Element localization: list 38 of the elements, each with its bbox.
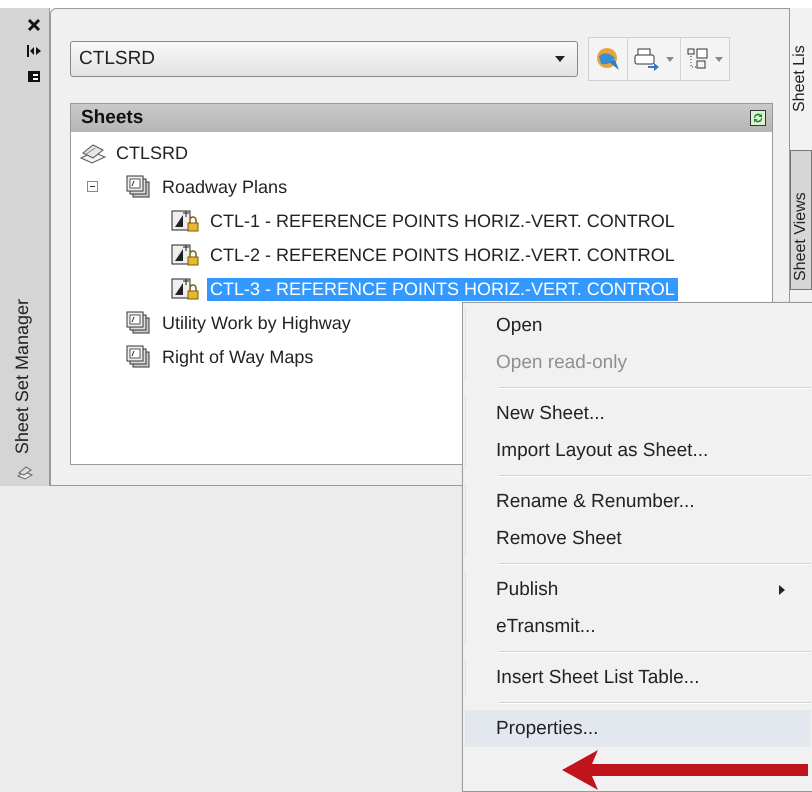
dropdown-arrow-icon[interactable] — [555, 56, 565, 62]
tree-item[interactable]: Right of Way Maps — [159, 346, 316, 368]
submenu-arrow-icon — [779, 584, 785, 594]
menu-item[interactable]: Open — [465, 307, 811, 344]
refresh-icon[interactable] — [750, 110, 766, 126]
menu-item[interactable]: Rename & Renumber... — [465, 483, 811, 520]
sheet-set-icon — [79, 142, 107, 164]
menu-item[interactable]: Import Layout as Sheet... — [465, 432, 811, 469]
palette-title: Sheet Set Manager — [12, 298, 33, 454]
globe-icon — [595, 46, 621, 72]
collapse-toggle[interactable] — [87, 181, 98, 192]
sheets-title: Sheets — [81, 107, 144, 129]
tree-item[interactable]: CTL-1 - REFERENCE POINTS HORIZ.-VERT. CONTROL — [207, 210, 678, 232]
menu-item[interactable]: Publish — [465, 571, 811, 608]
minus-icon — [87, 181, 98, 192]
close-icon[interactable] — [26, 18, 40, 32]
tree-item[interactable]: CTL-2 - REFERENCE POINTS HORIZ.-VERT. CONTROL — [207, 244, 678, 266]
locked-sheet-icon — [171, 277, 201, 301]
sheet-set-dropdown[interactable]: CTLSRD — [70, 41, 578, 77]
menu-item[interactable]: eTransmit... — [465, 608, 811, 645]
tree-view-icon — [687, 47, 709, 71]
locked-sheet-icon — [171, 209, 201, 233]
menu-item[interactable]: Remove Sheet — [465, 520, 811, 557]
auto-hide-icon[interactable] — [26, 44, 42, 58]
printer-icon — [634, 47, 660, 71]
caret-icon — [715, 56, 723, 62]
menu-item[interactable]: Properties... — [465, 710, 811, 747]
menu-item[interactable]: Insert Sheet List Table... — [465, 659, 811, 696]
sheet-set-icon — [16, 464, 34, 480]
menu-item[interactable]: New Sheet... — [465, 395, 811, 432]
palette-tab[interactable]: Sheet Lis — [790, 0, 812, 120]
properties-icon[interactable] — [26, 70, 40, 83]
palette-tab[interactable]: Sheet Views — [790, 150, 812, 290]
tree-item[interactable]: CTLSRD — [113, 142, 192, 164]
tree-item[interactable]: Utility Work by Highway — [159, 312, 354, 334]
tree-item[interactable]: Roadway Plans — [159, 176, 290, 198]
caret-icon — [666, 56, 674, 62]
locked-sheet-icon — [171, 243, 201, 267]
